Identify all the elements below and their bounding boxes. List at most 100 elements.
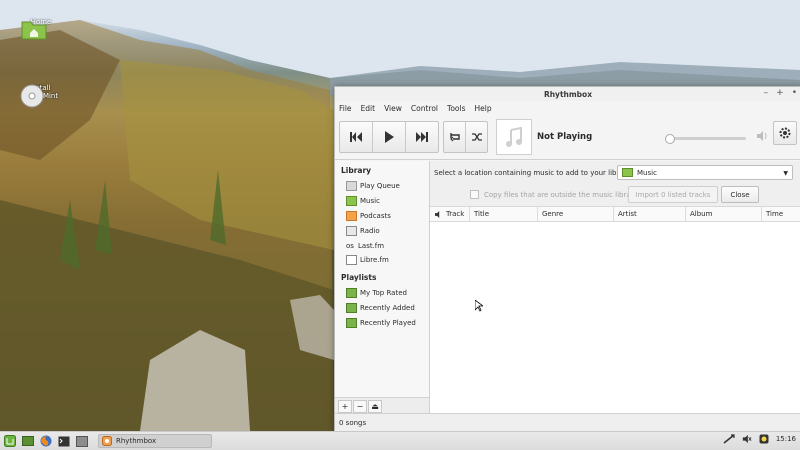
next-button[interactable] [406, 122, 438, 152]
music-note-icon [506, 126, 522, 147]
sound-muted-icon[interactable] [742, 434, 752, 444]
eject-button[interactable]: ⏏ [368, 399, 382, 413]
maximize-button[interactable]: + [776, 88, 784, 98]
copy-files-option: Copy files that are outside the music li… [470, 190, 638, 199]
gear-icon [779, 127, 791, 139]
repeat-button[interactable] [444, 122, 466, 152]
settings-button[interactable] [773, 121, 797, 145]
column-time[interactable]: Time [762, 207, 800, 221]
sidebar-item-recently-played[interactable]: Recently Played [335, 315, 429, 330]
repeat-icon [449, 133, 460, 142]
menu-edit[interactable]: Edit [361, 104, 376, 113]
menubar: File Edit View Control Tools Help [335, 101, 800, 115]
shuffle-button[interactable] [466, 122, 487, 152]
import-button[interactable]: Import 0 listed tracks [628, 186, 718, 203]
column-label: Track [446, 210, 465, 218]
rhythmbox-icon [102, 436, 112, 446]
sidebar-item-label: Last.fm [358, 241, 385, 250]
add-playlist-button[interactable]: + [338, 399, 352, 413]
sidebar: Library Play Queue Music Podcasts Radio … [335, 161, 430, 414]
copy-files-checkbox[interactable] [470, 190, 479, 199]
taskbar-item-rhythmbox[interactable]: Rhythmbox [98, 434, 212, 448]
sidebar-item-podcasts[interactable]: Podcasts [335, 209, 429, 224]
dropdown-arrow-icon: ▼ [783, 170, 788, 177]
podcast-icon [346, 210, 357, 221]
playlist-icon [346, 288, 357, 299]
menu-tools[interactable]: Tools [447, 104, 465, 113]
seek-slider[interactable] [665, 134, 746, 144]
column-label: Album [690, 210, 713, 218]
column-label: Title [474, 210, 490, 218]
mode-controls [443, 121, 488, 153]
player-toolbar: Not Playing [335, 115, 800, 160]
queue-icon [346, 181, 357, 192]
sidebar-item-play-queue[interactable]: Play Queue [335, 179, 429, 194]
location-value: Music [637, 168, 657, 177]
titlebar[interactable]: Rhythmbox – + • [335, 87, 800, 101]
close-import-button[interactable]: Close [721, 186, 759, 203]
sidebar-item-recently-added[interactable]: Recently Added [335, 301, 429, 316]
menu-button[interactable] [2, 434, 18, 448]
menu-help[interactable]: Help [475, 104, 492, 113]
sidebar-item-my-top-rated[interactable]: My Top Rated [335, 286, 429, 301]
seek-knob[interactable] [665, 134, 675, 144]
playback-controls [339, 121, 439, 153]
desktop-icon [22, 436, 34, 446]
column-label: Artist [618, 210, 637, 218]
menu-view[interactable]: View [384, 104, 402, 113]
music-folder-icon [622, 168, 633, 177]
mint-menu-icon [4, 435, 16, 447]
sidebar-item-librefm[interactable]: Libre.fm [335, 253, 429, 268]
desktop-icon-install[interactable]: Install Linux Mint [20, 84, 60, 108]
system-tray: 15:16 [723, 434, 796, 444]
update-shield-icon[interactable] [759, 434, 769, 444]
column-title[interactable]: Title [470, 207, 538, 221]
firefox-launcher[interactable] [38, 434, 54, 448]
menu-file[interactable]: File [339, 104, 352, 113]
sidebar-item-label: Radio [360, 226, 380, 235]
minimize-button[interactable]: – [764, 88, 769, 98]
terminal-icon [58, 436, 70, 446]
lastfm-icon: os [346, 241, 354, 250]
window-title: Rhythmbox [543, 89, 593, 99]
play-icon [385, 131, 394, 143]
sidebar-item-label: Play Queue [360, 182, 400, 191]
column-track[interactable]: Track [430, 207, 470, 221]
column-genre[interactable]: Genre [538, 207, 614, 221]
speaker-icon [435, 210, 440, 218]
sidebar-item-music[interactable]: Music [335, 194, 429, 209]
taskbar: Rhythmbox 15:16 [0, 431, 800, 450]
volume-icon [757, 131, 767, 141]
play-button[interactable] [373, 122, 406, 152]
sidebar-tools: + − ⏏ [335, 397, 429, 414]
playlist-icon [346, 317, 357, 328]
column-label: Genre [542, 210, 564, 218]
files-launcher[interactable] [74, 434, 90, 448]
files-icon [76, 435, 88, 447]
disc-icon [20, 84, 44, 108]
clock[interactable]: 15:16 [776, 435, 796, 443]
terminal-launcher[interactable] [56, 434, 72, 448]
content-area: Library Play Queue Music Podcasts Radio … [335, 161, 800, 414]
location-dropdown[interactable]: Music ▼ [617, 165, 793, 180]
close-window-button[interactable]: • [792, 88, 797, 98]
desktop-icon-home[interactable]: Home [21, 18, 61, 40]
sidebar-item-label: Music [360, 197, 380, 206]
song-count: 0 songs [339, 419, 367, 427]
rhythmbox-window: Rhythmbox – + • File Edit View Control T… [334, 86, 800, 433]
mouse-cursor-icon [475, 300, 483, 312]
sidebar-item-lastfm[interactable]: os Last.fm [335, 238, 429, 253]
previous-button[interactable] [340, 122, 373, 152]
sidebar-item-radio[interactable]: Radio [335, 223, 429, 238]
menu-control[interactable]: Control [411, 104, 438, 113]
show-desktop-launcher[interactable] [20, 434, 36, 448]
sidebar-item-label: My Top Rated [360, 289, 407, 298]
volume-button[interactable] [756, 131, 768, 143]
playlist-icon [346, 302, 357, 313]
track-list-header: Track Title Genre Artist Album Time [430, 207, 800, 222]
remove-playlist-button[interactable]: − [353, 399, 367, 413]
column-artist[interactable]: Artist [614, 207, 686, 221]
library-view: Select a location containing music to ad… [430, 161, 800, 414]
network-icon[interactable] [723, 434, 735, 444]
column-album[interactable]: Album [686, 207, 762, 221]
